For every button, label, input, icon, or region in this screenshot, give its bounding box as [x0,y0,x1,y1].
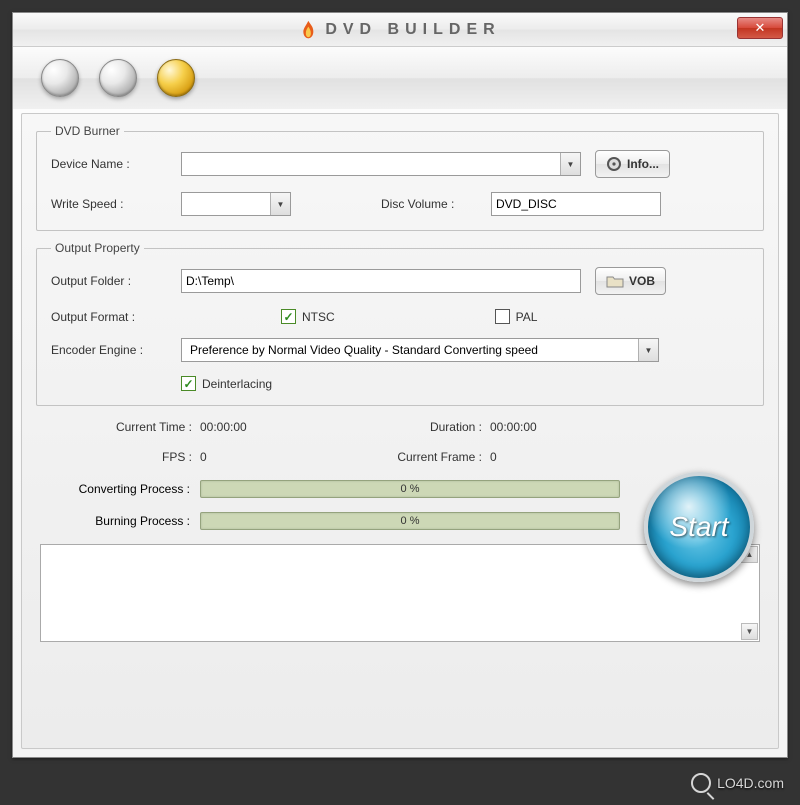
burning-process-label: Burning Process : [40,514,200,528]
step-toolbar [13,47,787,109]
chevron-down-icon[interactable]: ▼ [560,153,580,175]
start-button[interactable]: Start [644,472,754,582]
disc-volume-label: Disc Volume : [381,197,491,211]
disc-volume-input[interactable] [491,192,661,216]
chevron-down-icon[interactable]: ▼ [638,339,658,361]
window-title: DVD BUILDER [325,21,500,39]
folder-icon [606,274,624,288]
current-frame-value: 0 [490,450,630,464]
current-frame-label: Current Frame : [340,450,490,464]
converting-percent: 0 % [401,483,420,495]
write-speed-label: Write Speed : [51,197,181,211]
dvd-burner-group: DVD Burner Device Name : ▼ Info... Write… [36,124,764,231]
encoder-engine-value: Preference by Normal Video Quality - Sta… [186,343,538,357]
info-button[interactable]: Info... [595,150,670,178]
magnifier-icon [691,773,711,793]
ntsc-checkbox[interactable] [281,309,296,324]
close-button[interactable]: ✕ [737,17,783,39]
start-button-label: Start [669,511,728,543]
scroll-down-button[interactable]: ▼ [741,623,758,640]
burning-progress: 0 % [200,512,620,530]
deinterlacing-checkbox-wrapper[interactable]: Deinterlacing [181,376,272,391]
output-format-label: Output Format : [51,310,181,324]
fps-label: FPS : [40,450,200,464]
converting-process-label: Converting Process : [40,482,200,496]
write-speed-combo[interactable]: ▼ [181,192,291,216]
device-name-label: Device Name : [51,157,181,171]
pal-checkbox[interactable] [495,309,510,324]
vob-button[interactable]: VOB [595,267,666,295]
device-name-combo[interactable]: ▼ [181,152,581,176]
title-bar: DVD BUILDER ✕ [13,13,787,47]
close-icon: ✕ [755,20,766,36]
flame-icon [299,20,317,40]
output-property-group: Output Property Output Folder : VOB Outp… [36,241,764,406]
log-textarea[interactable]: ▲ ▼ [40,544,760,642]
watermark-text: LO4D.com [717,775,784,791]
converting-progress: 0 % [200,480,620,498]
current-time-label: Current Time : [40,420,200,434]
ntsc-checkbox-wrapper[interactable]: NTSC [281,309,335,324]
dvd-burner-legend: DVD Burner [51,124,124,138]
deinterlacing-checkbox[interactable] [181,376,196,391]
encoder-engine-combo[interactable]: Preference by Normal Video Quality - Sta… [181,338,659,362]
deinterlacing-label: Deinterlacing [202,377,272,391]
output-property-legend: Output Property [51,241,144,255]
step-1-button[interactable] [41,59,79,97]
app-window: DVD BUILDER ✕ DVD Burner Device Name : ▼ [12,12,788,758]
info-button-label: Info... [627,157,659,171]
burning-percent: 0 % [401,515,420,527]
ntsc-label: NTSC [302,310,335,324]
output-folder-label: Output Folder : [51,274,181,288]
pal-checkbox-wrapper[interactable]: PAL [495,309,538,324]
step-2-button[interactable] [99,59,137,97]
duration-label: Duration : [340,420,490,434]
watermark: LO4D.com [691,773,784,793]
duration-value: 00:00:00 [490,420,630,434]
disc-icon [606,156,622,172]
output-folder-input[interactable] [181,269,581,293]
current-time-value: 00:00:00 [200,420,340,434]
fps-value: 0 [200,450,340,464]
vob-button-label: VOB [629,274,655,288]
pal-label: PAL [516,310,538,324]
encoder-engine-label: Encoder Engine : [51,343,181,357]
chevron-down-icon[interactable]: ▼ [270,193,290,215]
main-panel: DVD Burner Device Name : ▼ Info... Write… [21,113,779,749]
step-3-button[interactable] [157,59,195,97]
